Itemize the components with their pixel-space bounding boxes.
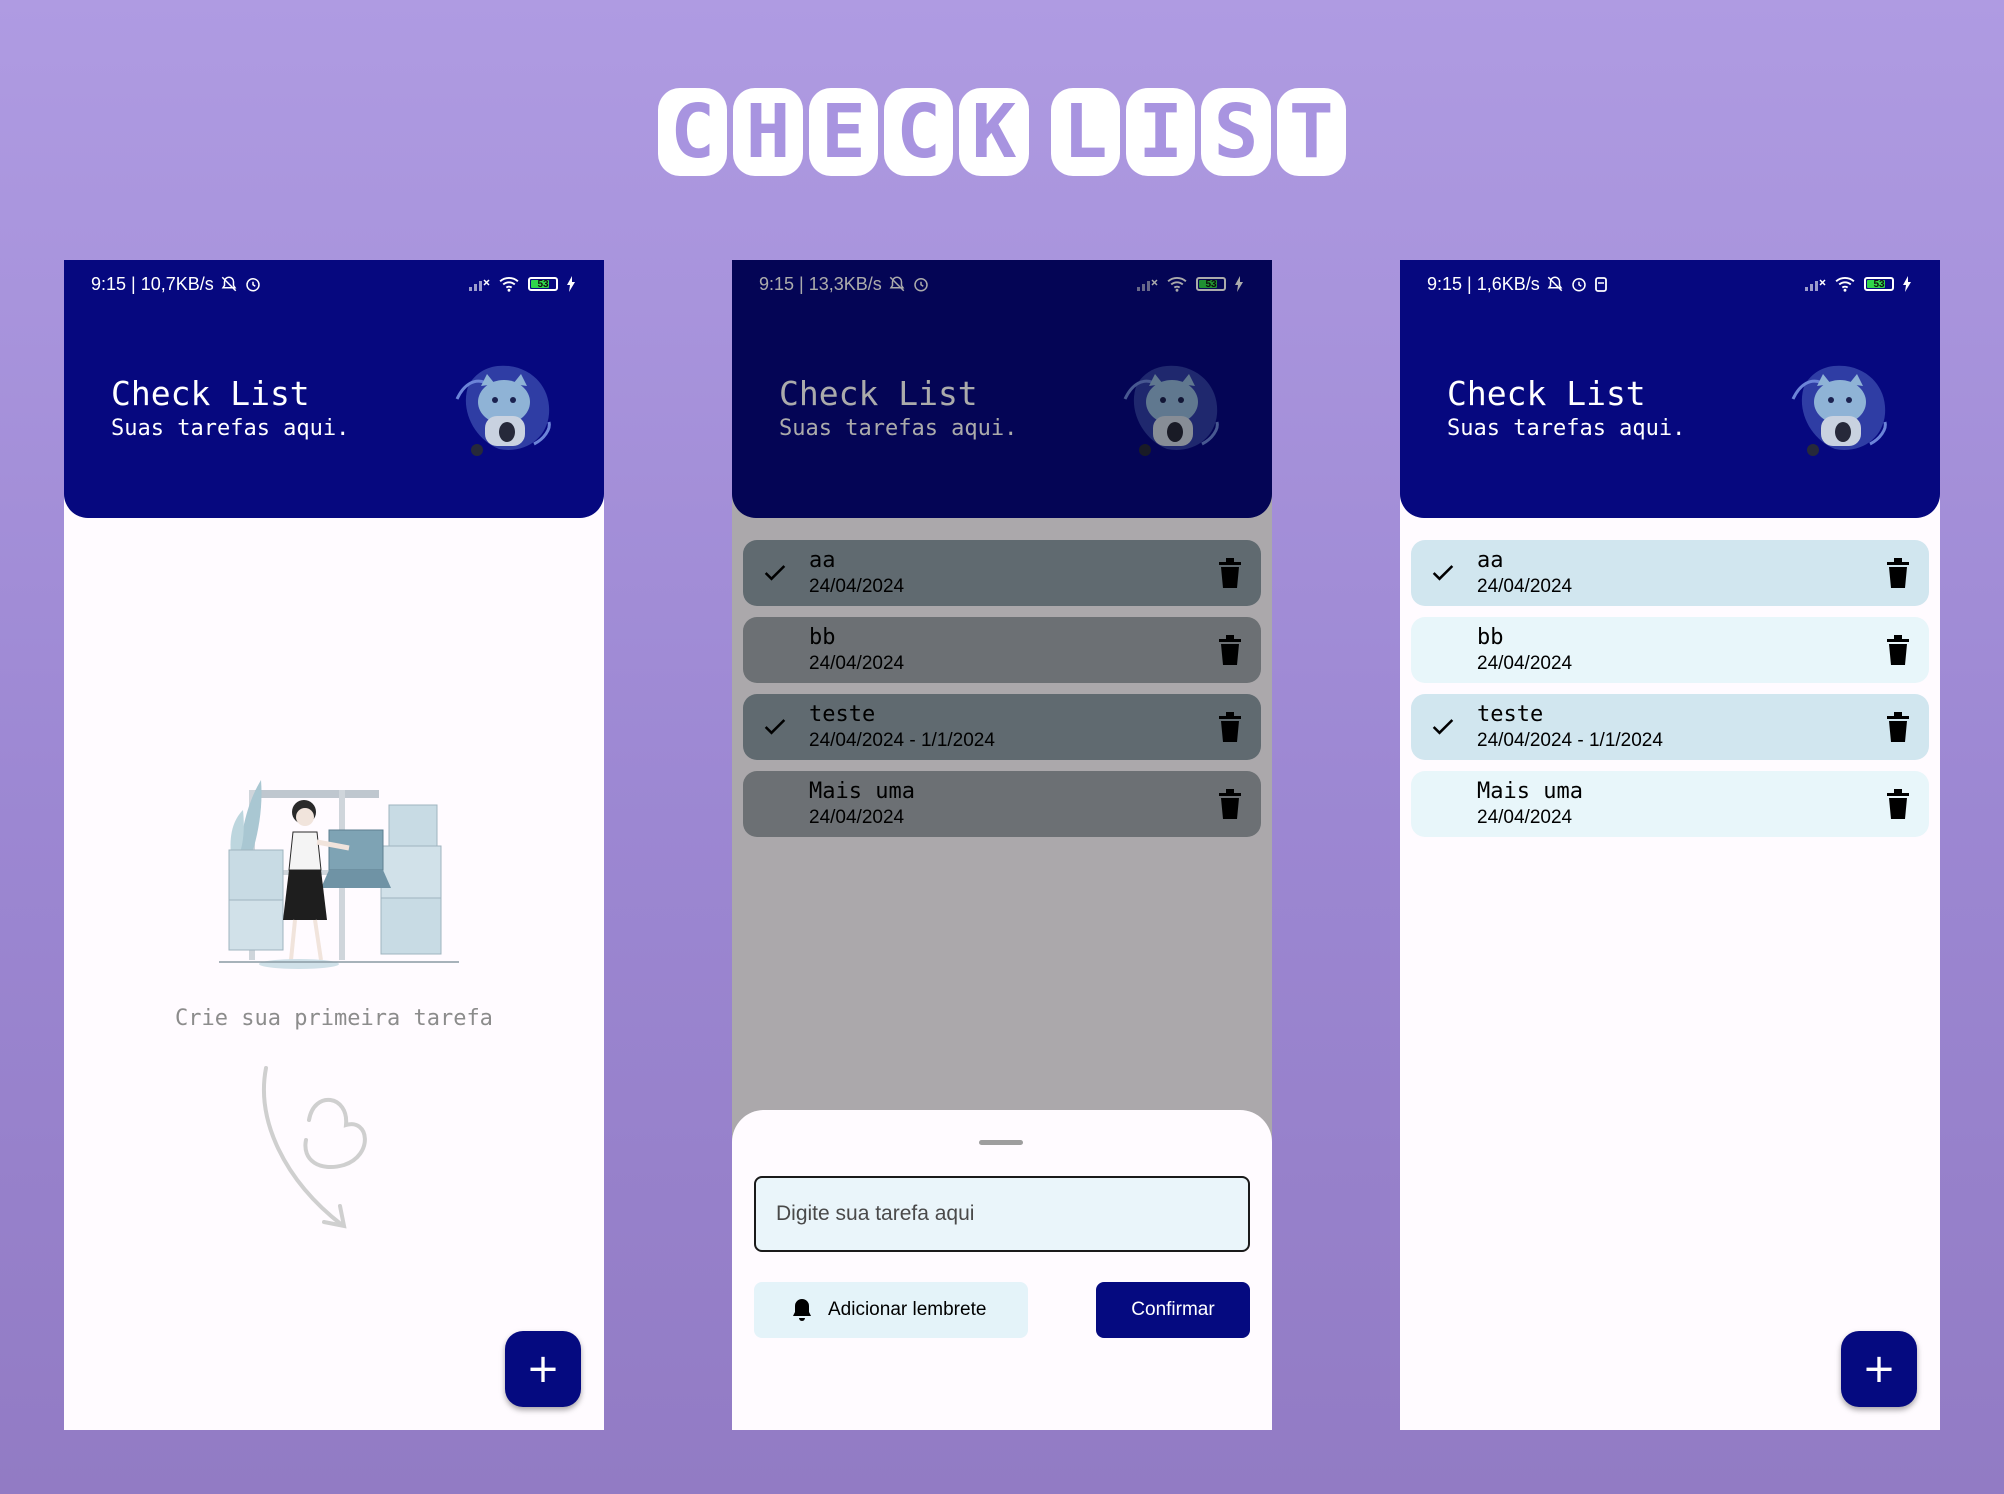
alarm-icon	[246, 278, 260, 292]
status-time: 9:15 | 10,7KB/s	[91, 273, 214, 294]
curved-arrow-icon	[262, 1066, 367, 1229]
battery-icon: 53	[1864, 277, 1894, 291]
task-date: 24/04/2024	[1477, 653, 1573, 674]
bell-off-icon	[1547, 276, 1563, 292]
add-reminder-button[interactable]: Adicionar lembrete	[754, 1282, 1028, 1338]
mascot-icon	[455, 365, 551, 456]
banner-letter: C	[658, 88, 728, 176]
add-task-button[interactable]: +	[1841, 1331, 1917, 1407]
task-item[interactable]: aa 24/04/2024	[1411, 540, 1929, 606]
phone-add-task-sheet: 9:15 | 13,3KB/s 53 Check List Suas taref…	[732, 260, 1272, 1430]
bell-off-icon	[221, 276, 237, 292]
check-icon[interactable]	[1429, 713, 1457, 741]
check-list-banner: C H E C K L I S T	[658, 88, 1346, 176]
phone-empty-state: 9:15 | 10,7KB/s 53 Check List Suas taref…	[64, 260, 604, 1430]
task-name: Mais uma	[1477, 779, 1583, 804]
task-date: 24/04/2024	[1477, 807, 1573, 828]
banner-letter: S	[1201, 88, 1271, 176]
add-reminder-label: Adicionar lembrete	[828, 1299, 987, 1320]
trash-icon[interactable]	[1887, 558, 1909, 588]
banner-letter: L	[1050, 88, 1120, 176]
confirm-button[interactable]: Confirmar	[1096, 1282, 1250, 1338]
task-name: teste	[1477, 702, 1544, 727]
wifi-icon	[1835, 277, 1855, 292]
battery-level: 53	[537, 278, 549, 290]
task-name: bb	[1477, 625, 1504, 650]
task-item[interactable]: teste 24/04/2024 - 1/1/2024	[1411, 694, 1929, 760]
add-task-bottom-sheet: Adicionar lembrete Confirmar	[732, 1110, 1272, 1430]
app-title: Check List	[1447, 374, 1646, 413]
banner-letter: E	[808, 88, 879, 176]
check-icon[interactable]	[1429, 559, 1457, 587]
app-subtitle: Suas tarefas aqui.	[111, 416, 350, 441]
status-bar: 9:15 | 1,6KB/s 53	[1400, 260, 1940, 308]
status-time: 9:15 | 1,6KB/s	[1427, 273, 1540, 294]
app-header: 9:15 | 1,6KB/s 53 Check List Suas tarefa…	[1400, 260, 1940, 518]
task-input[interactable]	[754, 1176, 1250, 1252]
banner-letter: C	[884, 88, 954, 176]
task-item[interactable]: Mais uma 24/04/2024	[1411, 771, 1929, 837]
task-item[interactable]: bb 24/04/2024	[1411, 617, 1929, 683]
trash-icon[interactable]	[1887, 712, 1909, 742]
signal-icon	[469, 279, 490, 291]
bell-icon	[793, 1299, 811, 1321]
sync-icon	[1594, 277, 1607, 292]
banner-letter: K	[959, 88, 1029, 176]
app-subtitle: Suas tarefas aqui.	[1447, 416, 1686, 441]
status-bar: 9:15 | 10,7KB/s 53	[64, 260, 604, 308]
wifi-icon	[499, 277, 519, 292]
trash-icon[interactable]	[1887, 789, 1909, 819]
battery-icon: 53	[528, 277, 558, 291]
banner-letter: H	[733, 88, 803, 176]
battery-level: 53	[1873, 278, 1885, 290]
sheet-drag-handle[interactable]	[979, 1140, 1023, 1145]
banner-letter: T	[1276, 88, 1346, 176]
mascot-icon	[1791, 365, 1887, 456]
empty-boxes-illustration	[219, 780, 459, 969]
phone-task-list: 9:15 | 1,6KB/s 53 Check List Suas tarefa…	[1400, 260, 1940, 1430]
banner-space	[1035, 88, 1045, 176]
task-name: aa	[1477, 548, 1504, 573]
charging-icon	[567, 276, 575, 292]
add-task-button[interactable]: +	[505, 1331, 581, 1407]
task-date: 24/04/2024	[1477, 576, 1573, 597]
task-date: 24/04/2024 - 1/1/2024	[1477, 730, 1663, 751]
signal-icon	[1805, 279, 1826, 291]
charging-icon	[1903, 276, 1911, 292]
app-header: 9:15 | 10,7KB/s 53 Check List Suas taref…	[64, 260, 604, 518]
banner-letter: I	[1125, 88, 1196, 176]
alarm-icon	[1572, 278, 1586, 292]
trash-icon[interactable]	[1887, 635, 1909, 665]
empty-state-message: Crie sua primeira tarefa	[175, 1006, 493, 1031]
app-title: Check List	[111, 374, 310, 413]
